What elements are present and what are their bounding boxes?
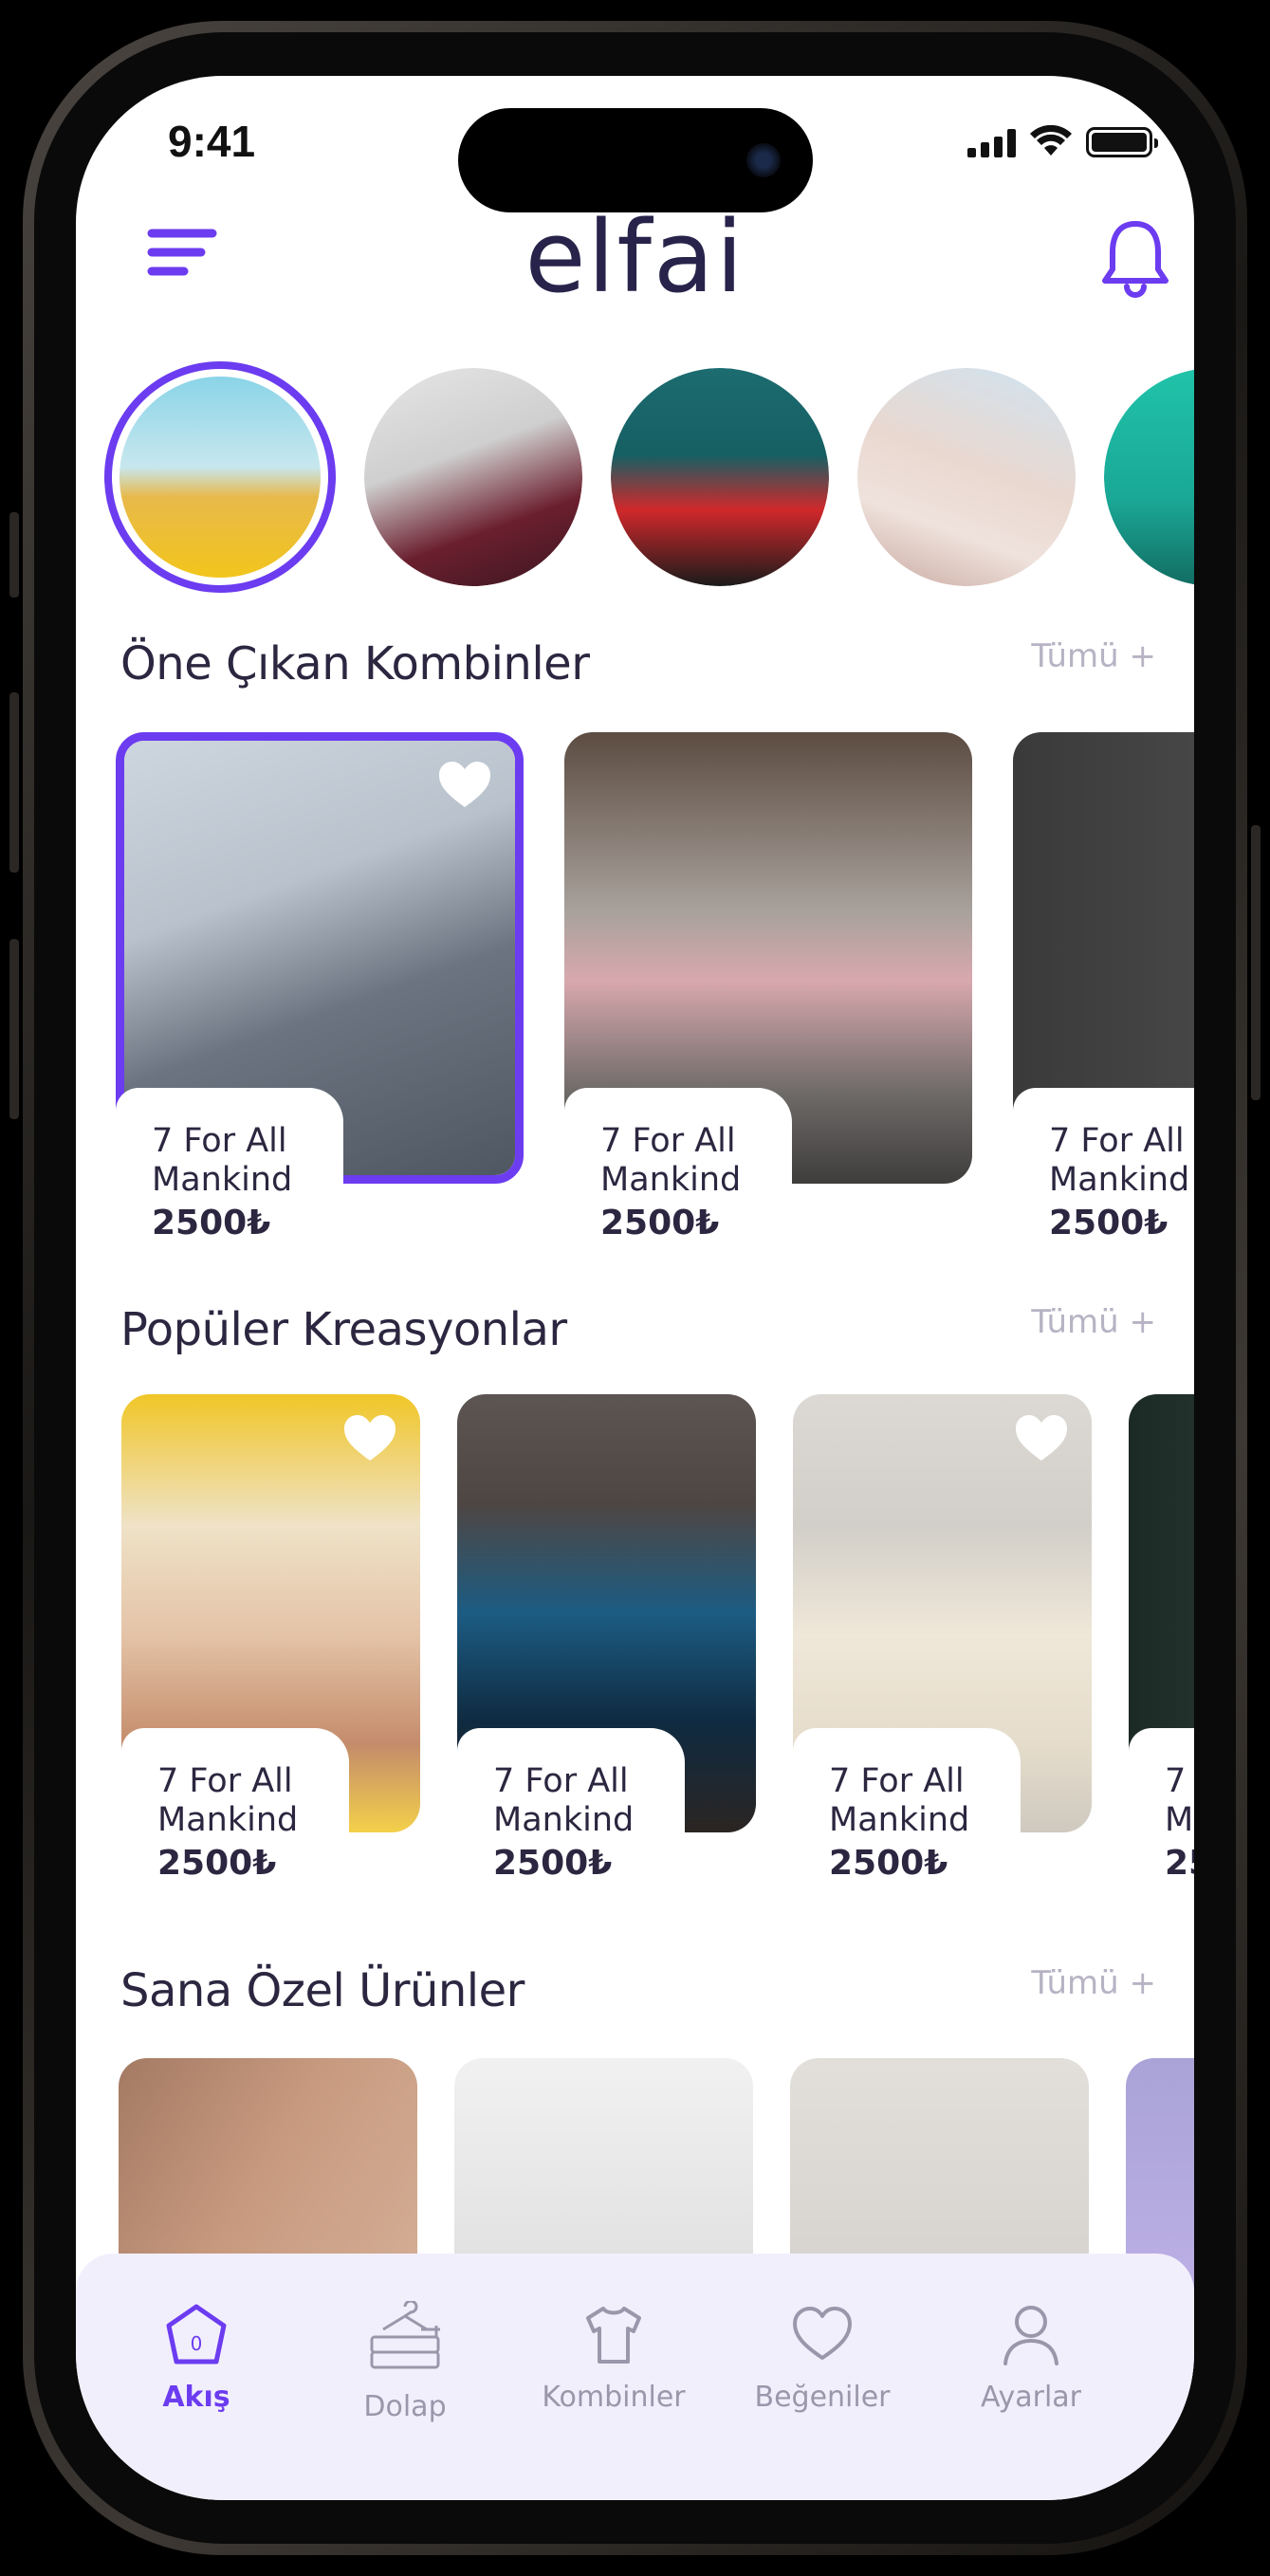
favorite-heart-icon[interactable] — [1012, 1411, 1071, 1464]
home-badge: 0 — [191, 2332, 203, 2355]
tab-label: Kombinler — [542, 2381, 686, 2414]
product-brand: 7 For All Mankind — [152, 1122, 293, 1199]
product-brand: 7 For All Mankind — [157, 1762, 299, 1839]
product-info: 7 For All Mankind 2500₺ — [1013, 1088, 1194, 1273]
bottom-tab-bar: 0 Akış Dolap Kombinler Beğeniler Ayarlar — [76, 2254, 1194, 2500]
product-brand: 7 For All Mankind — [1165, 1762, 1194, 1839]
wifi-icon — [1030, 125, 1072, 156]
product-price: 2500₺ — [1165, 1844, 1194, 1883]
product-price: 2500₺ — [600, 1204, 720, 1242]
home-icon: 0 — [166, 2304, 227, 2364]
product-info: 7 For All Mankind 2500₺ — [1129, 1728, 1194, 1913]
product-info: 7 For All Mankind 2500₺ — [121, 1728, 349, 1913]
popular-section-title: Popüler Kreasyonlar — [120, 1303, 567, 1356]
tab-label: Akış — [162, 2381, 230, 2414]
product-brand: 7 For All Mankind — [493, 1762, 635, 1839]
product-info: 7 For All Mankind 2500₺ — [564, 1088, 792, 1273]
story-image — [611, 368, 829, 586]
story-avatar[interactable] — [1104, 368, 1194, 586]
tab-kombinler[interactable]: Kombinler — [509, 2301, 718, 2414]
power-button — [1251, 825, 1261, 1100]
for-you-section-title: Sana Özel Ürünler — [120, 1964, 525, 2017]
product-price: 2500₺ — [493, 1844, 613, 1883]
battery-icon — [1086, 127, 1158, 157]
popular-see-all-link[interactable]: Tümü + — [1031, 1303, 1156, 1341]
product-info: 7 For All Mankind 2500₺ — [116, 1088, 343, 1273]
status-time: 9:41 — [168, 117, 256, 166]
story-avatar[interactable] — [857, 368, 1076, 586]
stories-row — [104, 361, 1194, 593]
tab-akis[interactable]: 0 Akış — [92, 2301, 301, 2414]
volume-up-button — [9, 692, 19, 873]
app-logo: elfai — [525, 199, 745, 315]
story-avatar[interactable] — [611, 368, 829, 586]
signal-icon — [967, 129, 1016, 157]
story-avatar[interactable] — [364, 368, 582, 586]
product-price: 2500₺ — [152, 1204, 271, 1242]
favorite-heart-icon[interactable] — [341, 1411, 399, 1464]
status-icons — [967, 125, 1158, 157]
tab-label: Beğeniler — [754, 2381, 891, 2414]
featured-see-all-link[interactable]: Tümü + — [1031, 637, 1156, 675]
product-info: 7 For All Mankind 2500₺ — [457, 1728, 685, 1913]
story-avatar[interactable] — [104, 361, 336, 593]
story-image — [120, 377, 321, 578]
bell-icon[interactable] — [1095, 214, 1175, 300]
user-icon — [1003, 2306, 1058, 2365]
tab-begeniler[interactable]: Beğeniler — [718, 2301, 927, 2414]
tab-ayarlar[interactable]: Ayarlar — [927, 2301, 1135, 2414]
story-image — [1104, 368, 1194, 586]
action-button — [9, 512, 19, 598]
tab-label: Ayarlar — [980, 2381, 1081, 2414]
tab-dolap[interactable]: Dolap — [301, 2301, 509, 2423]
product-brand: 7 For All Mankind — [829, 1762, 970, 1839]
dynamic-island — [458, 108, 813, 212]
story-image — [857, 368, 1076, 586]
favorite-heart-icon[interactable] — [435, 758, 494, 811]
volume-down-button — [9, 939, 19, 1119]
heart-icon — [793, 2307, 852, 2360]
product-brand: 7 For All Mankind — [600, 1122, 742, 1199]
story-image — [364, 368, 582, 586]
camera-icon — [746, 143, 781, 177]
product-price: 2500₺ — [829, 1844, 948, 1883]
product-price: 2500₺ — [1049, 1204, 1169, 1242]
product-brand: 7 For All Mankind — [1049, 1122, 1190, 1199]
for-you-see-all-link[interactable]: Tümü + — [1031, 1964, 1156, 2002]
app-screen: 9:41 elfai Öne Çıkan Kombinler Tümü + 7 … — [76, 76, 1194, 2500]
tshirt-icon — [586, 2307, 641, 2364]
featured-section-title: Öne Çıkan Kombinler — [120, 637, 590, 690]
product-price: 2500₺ — [157, 1844, 277, 1883]
tab-label: Dolap — [363, 2390, 447, 2423]
wardrobe-icon — [370, 2301, 440, 2369]
product-info: 7 For All Mankind 2500₺ — [793, 1728, 1021, 1913]
